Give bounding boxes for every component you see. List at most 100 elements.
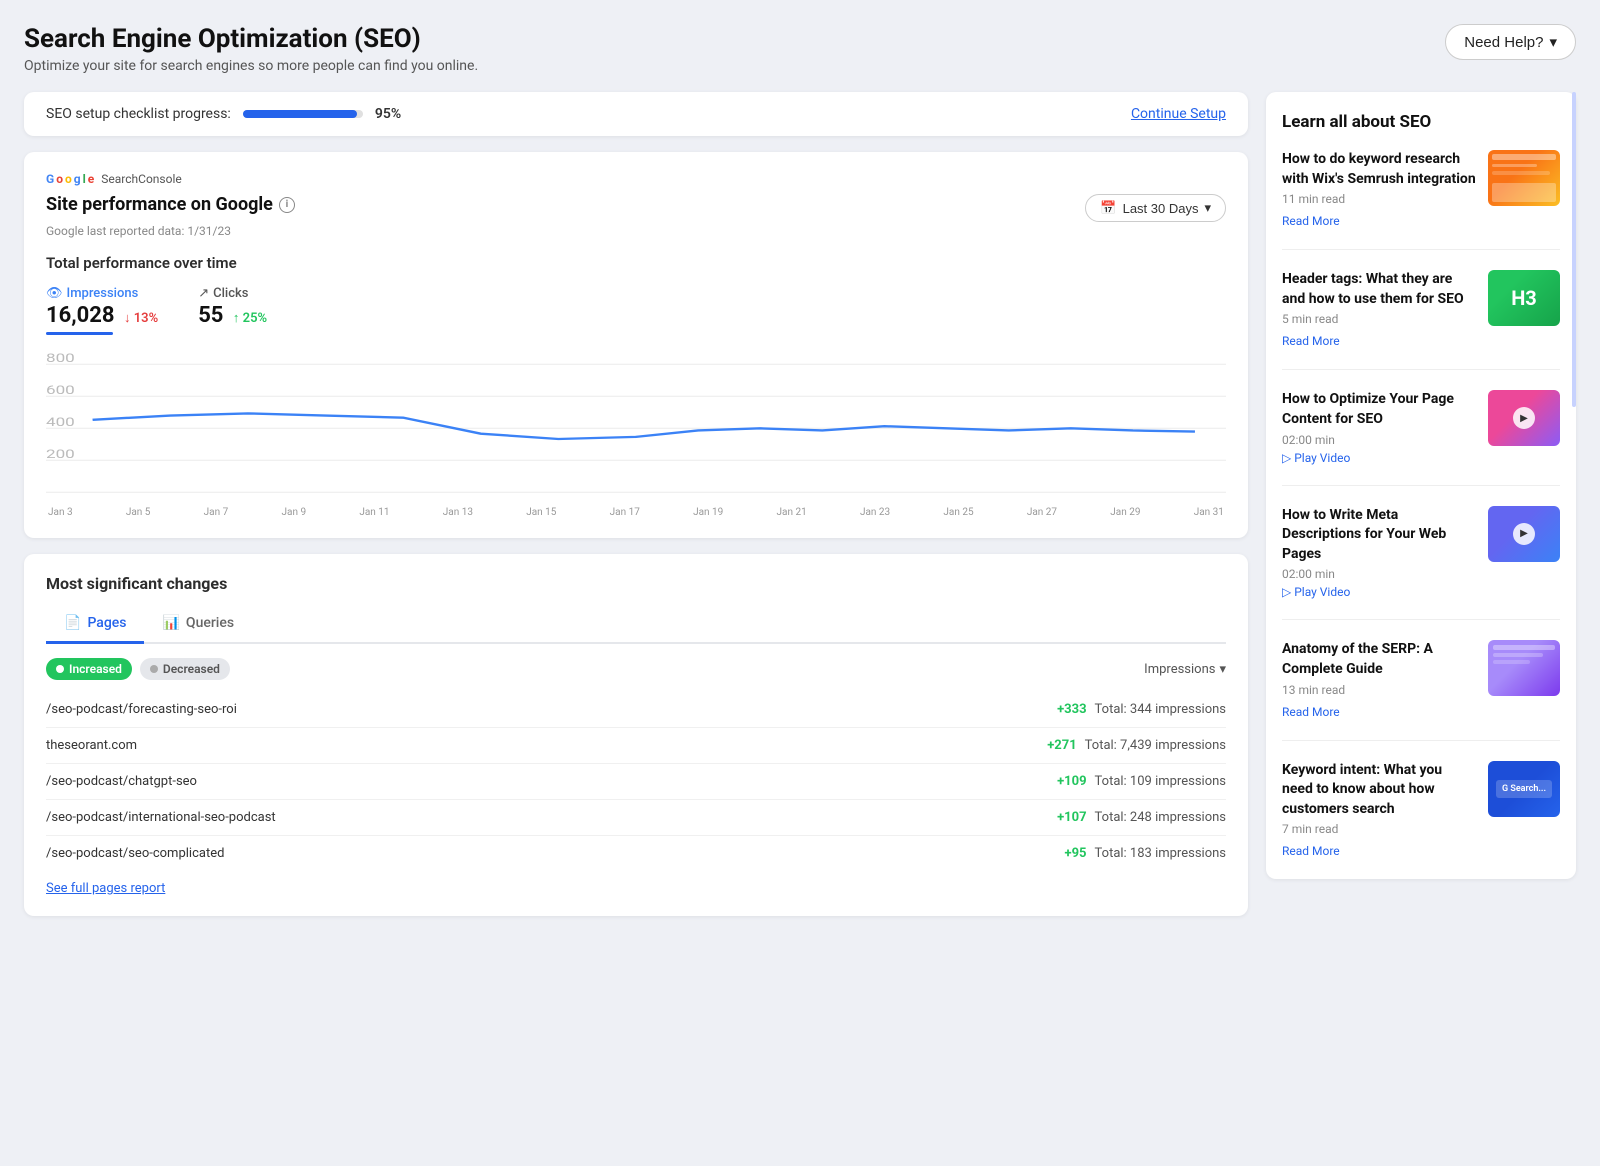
info-icon[interactable]: i	[279, 197, 295, 213]
svg-text:400: 400	[46, 415, 75, 429]
learn-item-meta: 11 min read	[1282, 192, 1476, 206]
read-more-link[interactable]: Read More	[1282, 334, 1340, 348]
read-more-link[interactable]: Read More	[1282, 705, 1340, 719]
page-title: Search Engine Optimization (SEO)	[24, 24, 478, 54]
progress-percentage: 95%	[375, 106, 401, 122]
impressions-underline	[46, 332, 113, 335]
list-item: How to do keyword research with Wix's Se…	[1282, 150, 1560, 250]
learn-seo-card: Learn all about SEO How to do keyword re…	[1266, 92, 1576, 879]
impressions-label: 👁 Impressions	[46, 286, 158, 301]
decreased-dot	[150, 665, 158, 673]
increased-badge[interactable]: Increased	[46, 658, 132, 680]
table-row: /seo-podcast/forecasting-seo-roi +333 To…	[46, 692, 1226, 728]
progress-bar-fill	[243, 110, 357, 118]
svg-text:800: 800	[46, 351, 75, 365]
learn-item-meta: 02:00 min	[1282, 433, 1476, 447]
sort-chevron-icon: ▾	[1219, 662, 1226, 677]
svg-text:200: 200	[46, 447, 75, 461]
svg-text:600: 600	[46, 383, 75, 397]
list-item: Keyword intent: What you need to know ab…	[1282, 761, 1560, 860]
continue-setup-link[interactable]: Continue Setup	[1131, 106, 1226, 122]
left-column: SEO setup checklist progress: 95% Contin…	[24, 92, 1248, 932]
list-item: Header tags: What they are and how to us…	[1282, 270, 1560, 370]
tabs-row: 📄 Pages 📊 Queries	[46, 607, 1226, 644]
progress-bar-background	[243, 110, 363, 118]
play-video-link[interactable]: ▷ Play Video	[1282, 451, 1476, 465]
read-more-link[interactable]: Read More	[1282, 844, 1340, 858]
clicks-label: ↗ Clicks	[198, 286, 267, 301]
tab-pages[interactable]: 📄 Pages	[46, 607, 144, 644]
read-more-link[interactable]: Read More	[1282, 214, 1340, 228]
decreased-badge[interactable]: Decreased	[140, 658, 230, 680]
table-row: /seo-podcast/seo-complicated +95 Total: …	[46, 836, 1226, 871]
learn-item-meta: 02:00 min	[1282, 567, 1476, 581]
see-full-report-link[interactable]: See full pages report	[46, 881, 165, 896]
page-subtitle: Optimize your site for search engines so…	[24, 58, 478, 74]
learn-item-title: How to Write Meta Descriptions for Your …	[1282, 506, 1476, 565]
learn-item-meta: 7 min read	[1282, 822, 1476, 836]
clicks-value: 55 ↑ 25%	[198, 303, 267, 328]
performance-chart: 800 600 400 200	[46, 343, 1226, 503]
play-icon: ▶	[1513, 407, 1535, 429]
list-item: How to Optimize Your Page Content for SE…	[1282, 390, 1560, 485]
chevron-down-icon: ▾	[1204, 200, 1211, 216]
table-row: theseorant.com +271 Total: 7,439 impress…	[46, 728, 1226, 764]
learn-card-wrap: Learn all about SEO How to do keyword re…	[1266, 92, 1576, 879]
tab-queries[interactable]: 📊 Queries	[144, 607, 252, 644]
date-range-button[interactable]: 📅 Last 30 Days ▾	[1085, 194, 1226, 222]
clicks-metric: ↗ Clicks 55 ↑ 25%	[198, 286, 267, 335]
table-row: /seo-podcast/international-seo-podcast +…	[46, 800, 1226, 836]
queries-tab-icon: 📊	[162, 615, 179, 631]
reported-date: Google last reported data: 1/31/23	[46, 224, 1226, 238]
page-title-section: Search Engine Optimization (SEO) Optimiz…	[24, 24, 478, 74]
play-icon: ▶	[1513, 523, 1535, 545]
eye-icon: 👁	[46, 286, 63, 301]
learn-item-thumbnail: ▶	[1488, 506, 1560, 562]
learn-title: Learn all about SEO	[1282, 112, 1560, 132]
checklist-bar: SEO setup checklist progress: 95% Contin…	[24, 92, 1248, 136]
impressions-metric: 👁 Impressions 16,028 ↓ 13%	[46, 286, 158, 335]
google-logo: Google SearchConsole	[46, 172, 1226, 186]
learn-item-title: How to do keyword research with Wix's Se…	[1282, 150, 1476, 189]
play-video-link[interactable]: ▷ Play Video	[1282, 585, 1476, 599]
chevron-down-icon: ▾	[1549, 33, 1557, 51]
list-item: Anatomy of the SERP: A Complete Guide 13…	[1282, 640, 1560, 740]
card-header-row: Site performance on Google i 📅 Last 30 D…	[46, 194, 1226, 222]
metrics-row: 👁 Impressions 16,028 ↓ 13% ↗ Clicks	[46, 286, 1226, 335]
page-header: Search Engine Optimization (SEO) Optimiz…	[24, 24, 1576, 74]
significant-changes-card: Most significant changes 📄 Pages 📊 Queri…	[24, 554, 1248, 916]
learn-item-title: How to Optimize Your Page Content for SE…	[1282, 390, 1476, 429]
learn-item-thumbnail: H3	[1488, 270, 1560, 326]
clicks-change: ↑ 25%	[233, 311, 267, 326]
scrollbar[interactable]	[1572, 92, 1576, 407]
pages-tab-label: Pages	[87, 615, 126, 631]
learn-item-thumbnail	[1488, 640, 1560, 696]
need-help-label: Need Help?	[1464, 34, 1543, 51]
right-column: Learn all about SEO How to do keyword re…	[1266, 92, 1576, 879]
list-item: How to Write Meta Descriptions for Your …	[1282, 506, 1560, 621]
site-performance-card: Google SearchConsole Site performance on…	[24, 152, 1248, 538]
learn-item-thumbnail	[1488, 150, 1560, 206]
increased-dot	[56, 665, 64, 673]
learn-item-title: Header tags: What they are and how to us…	[1282, 270, 1476, 309]
checklist-label: SEO setup checklist progress:	[46, 106, 231, 122]
learn-item-meta: 5 min read	[1282, 312, 1476, 326]
cursor-icon: ↗	[198, 286, 209, 301]
need-help-button[interactable]: Need Help? ▾	[1445, 24, 1576, 60]
table-row: /seo-podcast/chatgpt-seo +109 Total: 109…	[46, 764, 1226, 800]
main-layout: SEO setup checklist progress: 95% Contin…	[24, 92, 1576, 932]
learn-item-title: Anatomy of the SERP: A Complete Guide	[1282, 640, 1476, 679]
impressions-value: 16,028 ↓ 13%	[46, 303, 158, 328]
learn-item-thumbnail: G Search...	[1488, 761, 1560, 817]
calendar-icon: 📅	[1100, 200, 1116, 216]
site-performance-title: Site performance on Google i	[46, 194, 295, 215]
filter-row: Increased Decreased Impressions ▾	[46, 658, 1226, 680]
changes-title: Most significant changes	[46, 574, 1226, 593]
chart-title: Total performance over time	[46, 254, 1226, 272]
chart-svg: 800 600 400 200	[46, 343, 1226, 503]
x-axis-labels: Jan 3 Jan 5 Jan 7 Jan 9 Jan 11 Jan 13 Ja…	[46, 507, 1226, 518]
impressions-sort-button[interactable]: Impressions ▾	[1144, 662, 1226, 677]
data-rows: /seo-podcast/forecasting-seo-roi +333 To…	[46, 692, 1226, 871]
learn-item-meta: 13 min read	[1282, 683, 1476, 697]
learn-item-thumbnail: ▶	[1488, 390, 1560, 446]
